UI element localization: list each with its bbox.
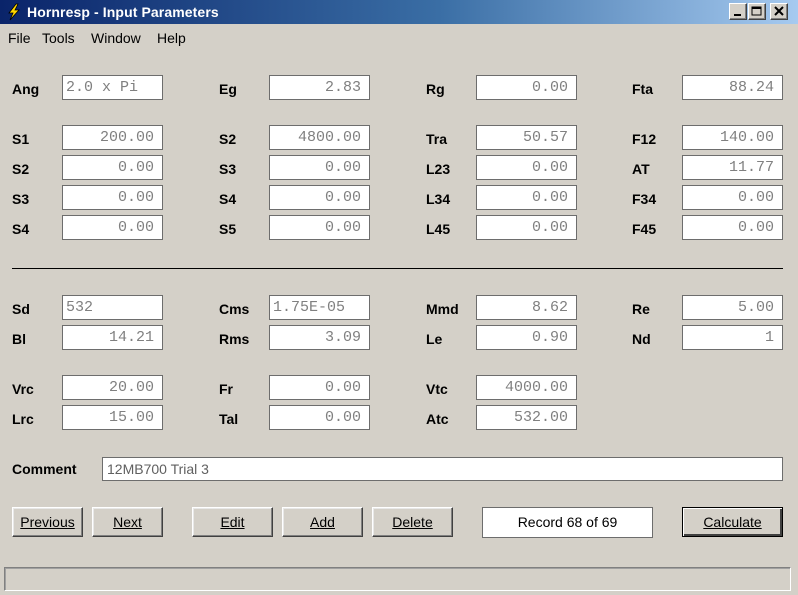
window-title: Hornresp - Input Parameters [27, 4, 219, 20]
s1-field[interactable]: 200.00 [62, 125, 163, 150]
previous-button[interactable]: Previous [12, 507, 83, 537]
fta-label: Fta [632, 81, 653, 97]
s2-field[interactable]: 4800.00 [269, 125, 370, 150]
maximize-button[interactable] [748, 3, 766, 20]
s4-segment4-field[interactable]: 0.00 [62, 215, 163, 240]
comment-field[interactable]: 12MB700 Trial 3 [102, 457, 783, 481]
l23-label: L23 [426, 161, 451, 177]
ang-label: Ang [12, 81, 40, 97]
menu-tools[interactable]: Tools [42, 30, 75, 46]
vtc-field[interactable]: 4000.00 [476, 375, 577, 400]
tal-label: Tal [219, 411, 239, 427]
re-label: Re [632, 301, 650, 317]
menu-file[interactable]: File [8, 30, 31, 46]
s4-label: S4 [219, 191, 237, 207]
bl-field[interactable]: 14.21 [62, 325, 163, 350]
le-field[interactable]: 0.90 [476, 325, 577, 350]
fta-field[interactable]: 88.24 [682, 75, 783, 100]
minimize-button[interactable] [729, 3, 747, 20]
status-bar [4, 567, 791, 591]
s5-label: S5 [219, 221, 237, 237]
vrc-field[interactable]: 20.00 [62, 375, 163, 400]
next-button[interactable]: Next [92, 507, 163, 537]
f12-field[interactable]: 140.00 [682, 125, 783, 150]
s2-label: S2 [219, 131, 237, 147]
l45-label: L45 [426, 221, 451, 237]
tal-field[interactable]: 0.00 [269, 405, 370, 430]
rg-field[interactable]: 0.00 [476, 75, 577, 100]
s3-label: S3 [219, 161, 237, 177]
eg-field[interactable]: 2.83 [269, 75, 370, 100]
section-divider [12, 268, 783, 269]
comment-label: Comment [12, 461, 77, 477]
record-indicator: Record 68 of 69 [482, 507, 653, 538]
s4-segment4-label: S4 [12, 221, 30, 237]
edit-button[interactable]: Edit [192, 507, 273, 537]
fr-field[interactable]: 0.00 [269, 375, 370, 400]
add-button[interactable]: Add [282, 507, 363, 537]
bl-label: Bl [12, 331, 26, 347]
close-icon [774, 6, 784, 16]
l34-label: L34 [426, 191, 451, 207]
lrc-label: Lrc [12, 411, 34, 427]
nd-label: Nd [632, 331, 651, 347]
minimize-icon [734, 14, 741, 16]
s5-field[interactable]: 0.00 [269, 215, 370, 240]
eg-label: Eg [219, 81, 237, 97]
menu-help[interactable]: Help [157, 30, 186, 46]
fr-label: Fr [219, 381, 233, 397]
rg-label: Rg [426, 81, 445, 97]
f45-label: F45 [632, 221, 657, 237]
lrc-field[interactable]: 15.00 [62, 405, 163, 430]
tra-field[interactable]: 50.57 [476, 125, 577, 150]
title-bar[interactable]: Hornresp - Input Parameters [0, 0, 798, 24]
ang-field[interactable]: 2.0 x Pi [62, 75, 163, 100]
s2-segment2-field[interactable]: 0.00 [62, 155, 163, 180]
mmd-label: Mmd [426, 301, 459, 317]
calculate-button[interactable]: Calculate [682, 507, 783, 537]
s3-segment3-label: S3 [12, 191, 30, 207]
cms-field[interactable]: 1.75E-05 [269, 295, 370, 320]
rms-field[interactable]: 3.09 [269, 325, 370, 350]
sd-label: Sd [12, 301, 30, 317]
main-window: Hornresp - Input Parameters File Tools W… [0, 0, 798, 595]
nd-field[interactable]: 1 [682, 325, 783, 350]
mmd-field[interactable]: 8.62 [476, 295, 577, 320]
vtc-label: Vtc [426, 381, 448, 397]
s3-field[interactable]: 0.00 [269, 155, 370, 180]
atc-field[interactable]: 532.00 [476, 405, 577, 430]
s3-segment3-field[interactable]: 0.00 [62, 185, 163, 210]
lightning-icon [5, 3, 23, 21]
f12-label: F12 [632, 131, 657, 147]
l23-field[interactable]: 0.00 [476, 155, 577, 180]
cms-label: Cms [219, 301, 250, 317]
at-label: AT [632, 161, 650, 177]
atc-label: Atc [426, 411, 449, 427]
f34-field[interactable]: 0.00 [682, 185, 783, 210]
menu-window[interactable]: Window [91, 30, 141, 46]
delete-button[interactable]: Delete [372, 507, 453, 537]
vrc-label: Vrc [12, 381, 34, 397]
sd-field[interactable]: 532 [62, 295, 163, 320]
close-button[interactable] [770, 3, 788, 20]
l45-field[interactable]: 0.00 [476, 215, 577, 240]
f34-label: F34 [632, 191, 657, 207]
s1-label: S1 [12, 131, 30, 147]
s2-segment2-label: S2 [12, 161, 30, 177]
le-label: Le [426, 331, 443, 347]
rms-label: Rms [219, 331, 250, 347]
tra-label: Tra [426, 131, 448, 147]
menu-bar: File Tools Window Help [0, 26, 798, 48]
l34-field[interactable]: 0.00 [476, 185, 577, 210]
maximize-icon [751, 6, 762, 16]
s4-field[interactable]: 0.00 [269, 185, 370, 210]
at-field[interactable]: 11.77 [682, 155, 783, 180]
re-field[interactable]: 5.00 [682, 295, 783, 320]
f45-field[interactable]: 0.00 [682, 215, 783, 240]
